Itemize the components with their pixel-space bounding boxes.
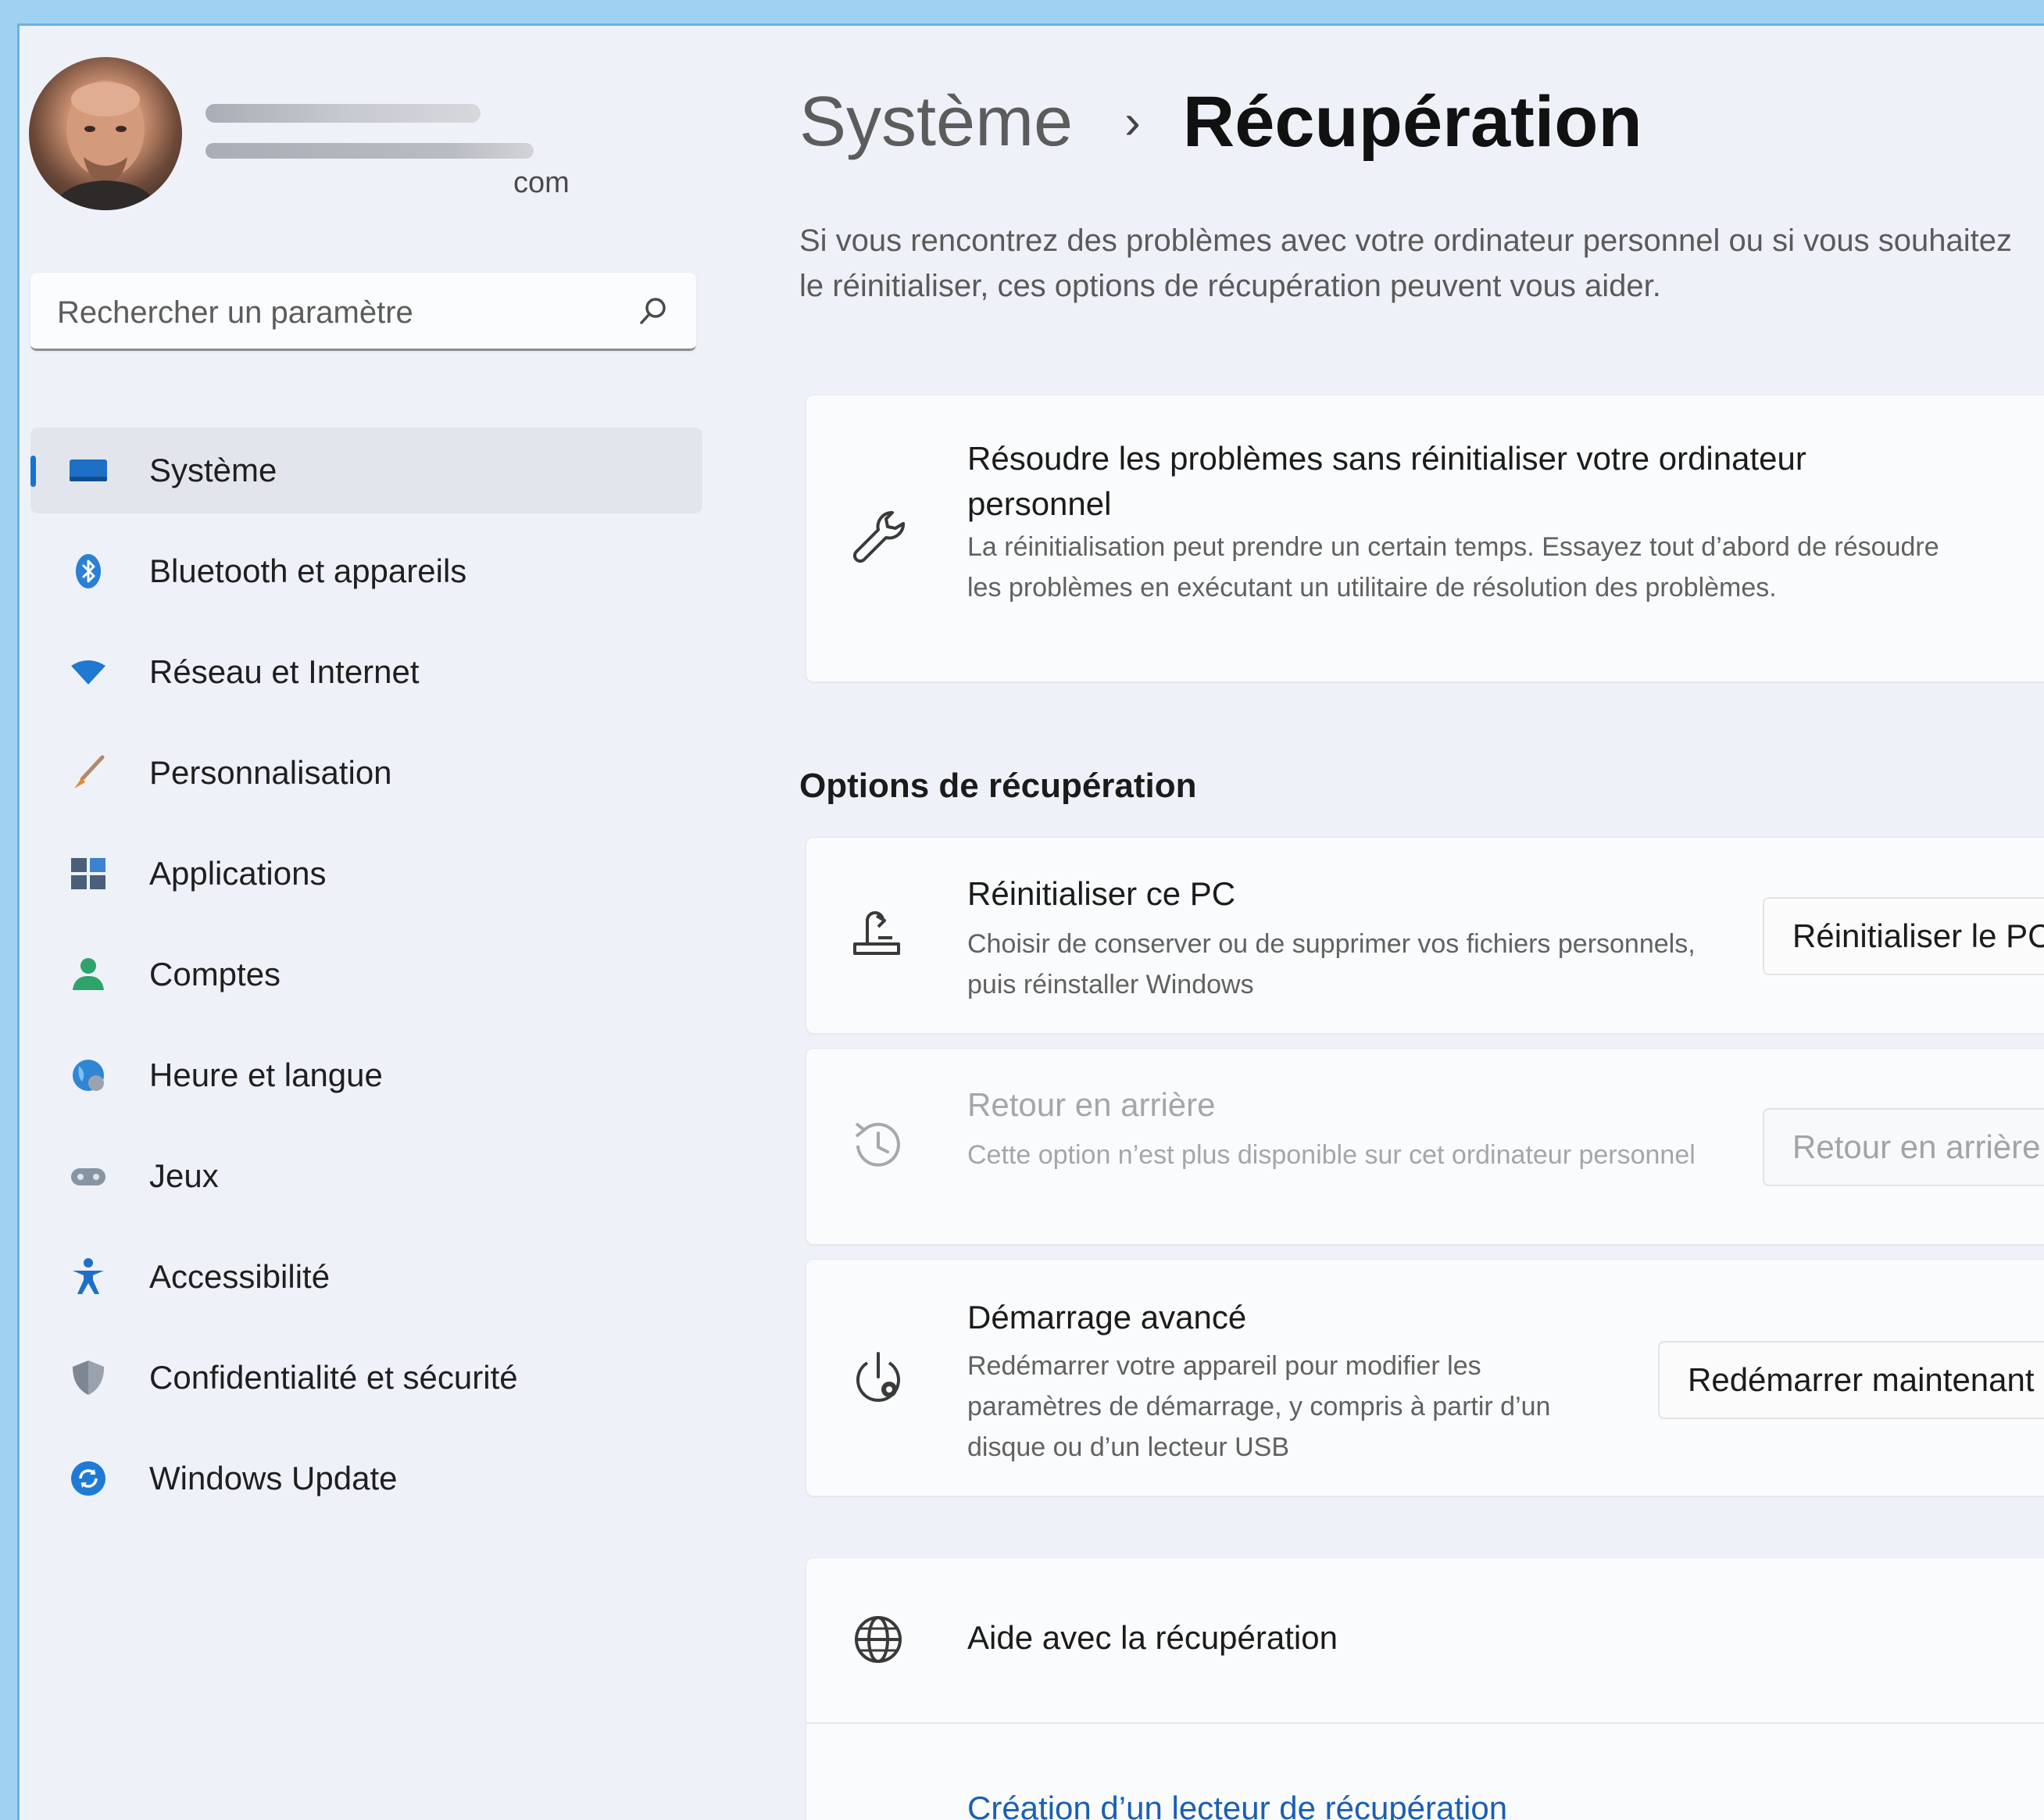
bluetooth-icon xyxy=(76,554,101,588)
sidebar-item-label: Windows Update xyxy=(149,1460,398,1496)
search-box[interactable] xyxy=(30,273,696,351)
account-email-suffix: com xyxy=(513,166,570,199)
create-recovery-drive-link[interactable]: Création d’un lecteur de récupération xyxy=(967,1790,1507,1820)
search-input[interactable] xyxy=(55,291,621,334)
sidebar-item-label: Bluetooth et appareils xyxy=(149,552,467,589)
page-description: Si vous rencontrez des problèmes avec vo… xyxy=(799,223,2012,303)
advanced-startup-title: Démarrage avancé xyxy=(967,1299,1247,1336)
help-divider xyxy=(806,1722,2044,1724)
sidebar-item-label: Système xyxy=(149,452,277,488)
sidebar-item-confidentialite[interactable]: Confidentialité et sécurité xyxy=(30,1335,702,1421)
troubleshoot-card[interactable]: Résoudre les problèmes sans réinitialise… xyxy=(806,395,2044,682)
reset-pc-title: Réinitialiser ce PC xyxy=(967,875,1236,912)
advanced-startup-description: Redémarrer votre appareil pour modifier … xyxy=(967,1351,1551,1462)
sidebar-item-applications[interactable]: Applications xyxy=(30,831,702,917)
breadcrumb: Système › Récupération xyxy=(799,79,1642,165)
power-gear-icon xyxy=(856,1352,900,1402)
sidebar-item-label: Accessibilité xyxy=(149,1258,331,1295)
settings-window: com Système Bluetooth et appareils xyxy=(17,23,2044,1820)
restart-now-button[interactable]: Redémarrer maintenant xyxy=(1658,1341,2044,1419)
account-email-redacted xyxy=(205,143,534,159)
sidebar-item-reseau[interactable]: Réseau et Internet xyxy=(30,629,702,715)
sidebar-item-label: Réseau et Internet xyxy=(149,653,420,690)
sidebar-item-accessibilite[interactable]: Accessibilité xyxy=(30,1234,702,1320)
shield-icon xyxy=(73,1361,104,1395)
breadcrumb-separator: › xyxy=(1124,95,1141,149)
sidebar-item-systeme[interactable]: Système xyxy=(30,427,702,513)
sidebar-item-personnalisation[interactable]: Personnalisation xyxy=(30,730,702,816)
reset-pc-icon xyxy=(853,911,900,955)
history-icon xyxy=(855,1122,900,1167)
sidebar-item-label: Heure et langue xyxy=(149,1057,383,1093)
apps-icon xyxy=(71,858,105,889)
sidebar-item-heure[interactable]: Heure et langue xyxy=(30,1032,702,1118)
sidebar-item-bluetooth[interactable]: Bluetooth et appareils xyxy=(30,528,702,614)
accessibility-icon xyxy=(73,1258,104,1294)
account-name-redacted xyxy=(205,104,481,123)
gamepad-icon xyxy=(71,1168,105,1185)
reset-pc-card: Réinitialiser ce PC Choisir de conserver… xyxy=(806,837,2044,1034)
sidebar-item-label: Personnalisation xyxy=(149,754,392,791)
troubleshoot-description: La réinitialisation peut prendre un cert… xyxy=(967,532,1939,602)
monitor-icon xyxy=(70,459,107,481)
help-card: Aide avec la récupération Création d’un … xyxy=(806,1557,2044,1820)
globe-icon xyxy=(855,1616,902,1663)
search-icon[interactable] xyxy=(637,295,670,327)
sidebar-item-comptes[interactable]: Comptes xyxy=(30,931,702,1017)
go-back-title: Retour en arrière xyxy=(967,1086,1216,1123)
advanced-startup-card: Démarrage avancé Redémarrer votre appare… xyxy=(806,1259,2044,1496)
sidebar-item-label: Comptes xyxy=(149,956,281,992)
page-title: Récupération xyxy=(1182,81,1642,162)
avatar[interactable] xyxy=(29,57,182,210)
wrench-icon xyxy=(852,510,906,563)
reset-pc-button[interactable]: Réinitialiser le PC xyxy=(1763,897,2044,975)
avatar-photo xyxy=(52,80,159,210)
sidebar-item-label: Jeux xyxy=(149,1157,219,1194)
go-back-description: Cette option n’est plus disponible sur c… xyxy=(967,1140,1696,1170)
reset-pc-description: Choisir de conserver ou de supprimer vos… xyxy=(967,929,1696,999)
sidebar-nav: Système Bluetooth et appareils Réseau et… xyxy=(30,427,702,1536)
sidebar-item-windows-update[interactable]: Windows Update xyxy=(30,1436,702,1521)
help-title[interactable]: Aide avec la récupération xyxy=(967,1619,1338,1657)
section-heading: Options de récupération xyxy=(799,767,1197,805)
breadcrumb-parent[interactable]: Système xyxy=(799,82,1073,163)
sidebar-item-jeux[interactable]: Jeux xyxy=(30,1133,702,1219)
troubleshoot-title: Résoudre les problèmes sans réinitialise… xyxy=(967,440,1806,522)
go-back-button: Retour en arrière xyxy=(1763,1108,2044,1186)
sidebar-item-label: Applications xyxy=(149,855,327,892)
brush-icon xyxy=(74,755,105,788)
wifi-icon xyxy=(71,660,105,685)
person-icon xyxy=(73,958,104,990)
update-icon xyxy=(71,1461,105,1496)
globe-clock-icon xyxy=(73,1060,104,1091)
go-back-card: Retour en arrière Cette option n’est plu… xyxy=(806,1048,2044,1245)
sidebar-item-label: Confidentialité et sécurité xyxy=(149,1359,518,1396)
